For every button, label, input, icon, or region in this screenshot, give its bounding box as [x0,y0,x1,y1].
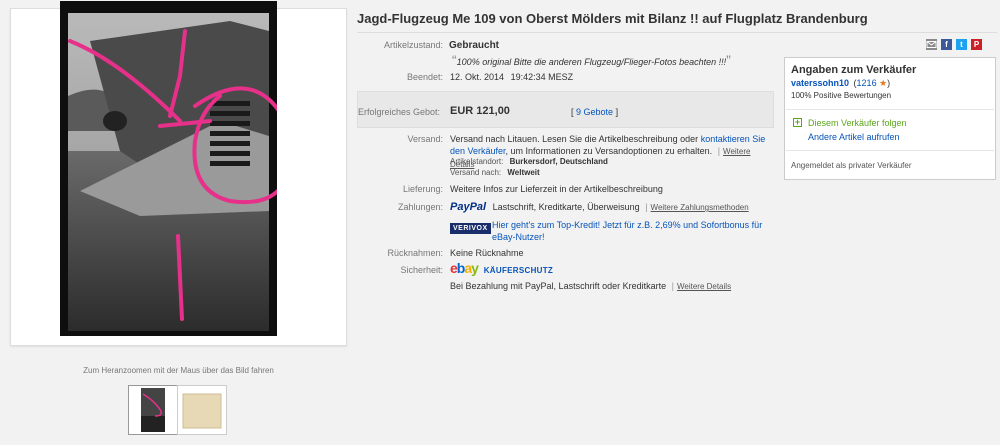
bid-count: [ 9 Gebote ] [571,107,618,117]
shipping-pipe: | [717,146,721,156]
credit-promo-line2[interactable]: eBay-Nutzer! [492,232,545,242]
quote-close: ” [726,52,731,68]
bid-count-close: ] [615,107,619,117]
ebay-buyer-protection-logo: ebay KÄUFERSCHUTZ [450,260,553,276]
security-desc: Bei Bezahlung mit PayPal, Lastschrift od… [450,281,667,291]
shipping-label: Versand: [407,134,443,144]
security-pipe: | [671,281,674,291]
ended-value: 12. Okt. 2014 19:42:34 MESZ [450,72,573,82]
condition-note: “100% original Bitte die anderen Flugzeu… [452,52,731,68]
seller-registered-as: Angemeldet als privater Verkäufer [791,161,912,170]
facebook-icon[interactable]: f [941,39,952,50]
returns-value: Keine Rücknahme [450,248,524,258]
mail-icon[interactable] [926,39,937,50]
seller-positive-feedback: 100% Positive Bewertungen [791,91,892,100]
security-details-link[interactable]: Weitere Details [677,282,731,291]
security-label: Sicherheit: [400,265,443,275]
seller-score-close: ) [887,78,891,88]
seller-divider-1 [786,109,994,110]
paypal-logo: PayPal [450,201,487,213]
bid-label: Erfolgreiches Gebot: [357,107,440,117]
shipping-desc: Versand nach Litauen. Lesen Sie die Arti… [450,134,699,144]
seller-heading: Angaben zum Verkäufer [791,64,917,76]
star-icon: ★ [879,78,888,88]
shipping-desc-2: , um Informationen zu Versandoptionen zu… [505,146,713,156]
more-payments-link[interactable]: Weitere Zahlungsmethoden [651,203,749,212]
payment-methods-list: Lastschrift, Kreditkarte, Überweisung [492,202,640,212]
item-location: Artikelstandort: Burkersdorf, Deutschlan… [450,157,608,166]
twitter-icon[interactable]: t [956,39,967,50]
ended-date: 12. Okt. 2014 [450,72,505,82]
ebay-logo-e: e [450,260,458,276]
buyer-protection-text: KÄUFERSCHUTZ [483,266,554,275]
condition-note-text: 100% original Bitte die anderen Flugzeug… [456,57,727,67]
returns-label: Rücknahmen: [387,248,443,258]
bid-count-open: [ [571,107,574,117]
follow-seller-link[interactable]: Diesem Verkäufer folgen [808,118,907,128]
ended-time: 19:42:34 MESZ [510,72,574,82]
ended-label: Beendet: [406,72,443,82]
main-item-photo[interactable] [60,1,277,336]
credit-promo-line1[interactable]: Hier geht's zum Top-Kredit! Jetzt für z.… [492,220,762,230]
seller-name-link[interactable]: vaterssohn10 [791,78,849,88]
zoom-hint: Zum Heranzoomen mit der Maus über das Bi… [83,366,274,375]
location-value: Burkersdorf, Deutschland [509,157,608,166]
credit-promo-link[interactable]: Hier geht's zum Top-Kredit! Jetzt für z.… [492,219,762,243]
bid-count-link[interactable]: 9 Gebote [576,107,613,117]
seller-divider-2 [786,150,994,151]
thumbnail-2[interactable] [177,385,227,435]
delivery-label: Lieferung: [402,184,443,194]
other-items-link[interactable]: Andere Artikel aufrufen [808,132,900,142]
ships-to-value: Weltweit [507,168,540,177]
seller-name-row: vaterssohn10 (1216 ★) [791,78,890,89]
ships-to-label: Versand nach: [450,168,502,177]
security-text: Bei Bezahlung mit PayPal, Lastschrift od… [450,281,731,291]
title-divider [357,32,997,33]
seller-feedback-score[interactable]: 1216 [857,78,877,88]
ebay-logo-y: y [471,260,479,276]
verivox-logo: VERIVOX [450,223,491,234]
delivery-value: Weitere Infos zur Lieferzeit in der Arti… [450,184,663,194]
payment-methods: PayPal Lastschrift, Kreditkarte, Überwei… [450,201,749,213]
contact-seller-link[interactable]: kontaktieren Sie [701,134,766,144]
payments-label: Zahlungen: [397,202,443,212]
location-label: Artikelstandort: [450,157,504,166]
bid-price: EUR 121,00 [450,105,510,117]
plus-icon[interactable]: + [793,118,802,127]
condition-label: Artikelzustand: [383,40,443,50]
condition-value: Gebraucht [449,40,500,51]
payments-pipe: | [645,202,648,212]
ships-to: Versand nach: Weltweit [450,168,540,177]
pinterest-icon[interactable]: P [971,39,982,50]
item-title: Jagd-Flugzeug Me 109 von Oberst Mölders … [357,11,868,26]
thumbnail-1[interactable] [128,385,178,435]
contact-seller-link-2[interactable]: den Verkäufer [450,146,506,156]
